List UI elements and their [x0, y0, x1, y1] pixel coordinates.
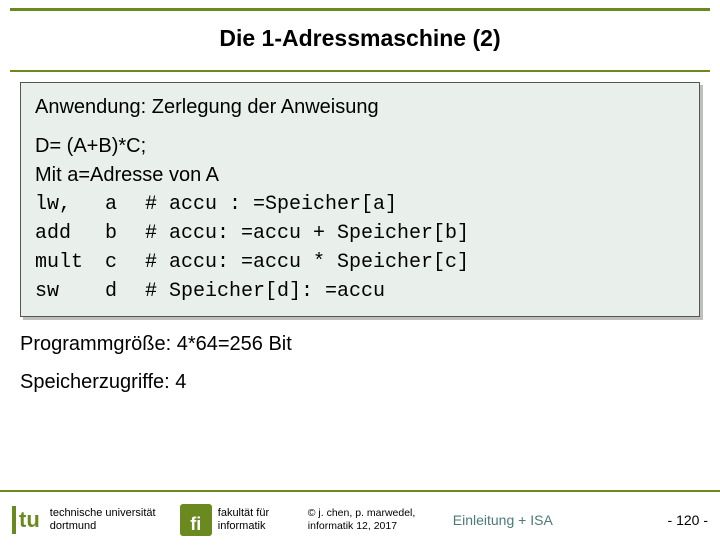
code-block: lw, a # accu : =Speicher[a] add b # accu…: [35, 190, 685, 306]
fi-logo-icon: fi fakultät für informatik: [180, 504, 298, 536]
university-name: technische universität dortmund: [50, 507, 170, 532]
code-row: mult c # accu: =accu * Speicher[c]: [35, 248, 475, 277]
title-underline: [10, 70, 710, 72]
address-note: Mit a=Adresse von A: [35, 161, 685, 190]
stats-block: Programmgröße: 4*64=256 Bit Speicherzugr…: [20, 325, 700, 401]
comment: # Speicher[d]: =accu: [145, 277, 475, 306]
code-row: lw, a # accu : =Speicher[a]: [35, 190, 475, 219]
content-box: Anwendung: Zerlegung der Anweisung D= (A…: [20, 82, 700, 317]
comment: # accu: =accu + Speicher[b]: [145, 219, 475, 248]
opcode: lw,: [35, 190, 105, 219]
slide-title: Die 1-Adressmaschine (2): [0, 11, 720, 70]
opcode: mult: [35, 248, 105, 277]
operand: d: [105, 277, 145, 306]
code-row: add b # accu: =accu + Speicher[b]: [35, 219, 475, 248]
credits: © j. chen, p. marwedel, informatik 12, 2…: [308, 507, 443, 533]
lecture-title: Einleitung + ISA: [453, 512, 658, 528]
comment: # accu : =Speicher[a]: [145, 190, 475, 219]
faculty-name: fakultät für informatik: [218, 507, 298, 532]
program-size: Programmgröße: 4*64=256 Bit: [20, 325, 700, 363]
code-row: sw d # Speicher[d]: =accu: [35, 277, 475, 306]
application-heading: Anwendung: Zerlegung der Anweisung: [35, 93, 685, 122]
opcode: sw: [35, 277, 105, 306]
operand: b: [105, 219, 145, 248]
tu-logo-icon: tu: [12, 506, 40, 534]
memory-accesses: Speicherzugriffe: 4: [20, 363, 700, 401]
page-number: - 120 -: [668, 512, 708, 528]
opcode: add: [35, 219, 105, 248]
operand: c: [105, 248, 145, 277]
expression: D= (A+B)*C;: [35, 132, 685, 161]
comment: # accu: =accu * Speicher[c]: [145, 248, 475, 277]
footer: tu technische universität dortmund fi fa…: [0, 490, 720, 548]
operand: a: [105, 190, 145, 219]
